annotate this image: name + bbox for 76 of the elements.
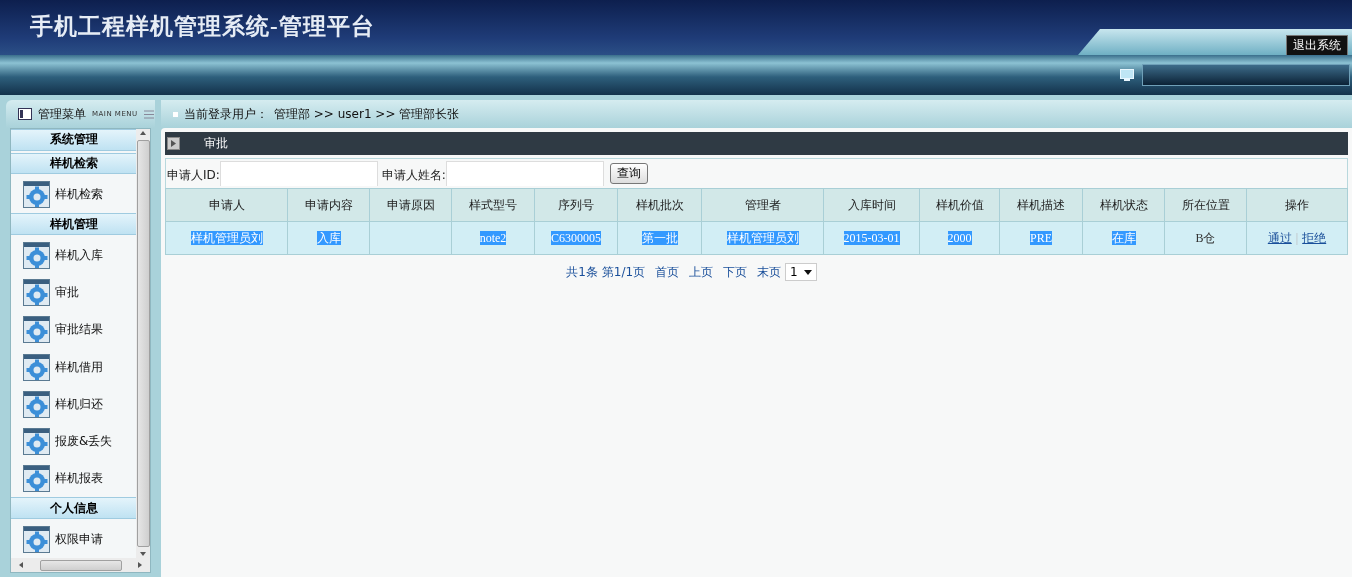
table-cell: PRE	[999, 221, 1083, 255]
separator: |	[1295, 230, 1299, 245]
column-header: 样机描述	[999, 188, 1083, 222]
sidebar-item[interactable]: 样机入库	[11, 236, 136, 275]
table-cell: 2015-03-01	[823, 221, 920, 255]
input-field[interactable]	[445, 161, 604, 186]
search-button[interactable]: 查询	[609, 163, 648, 184]
scroll-left-icon[interactable]	[17, 561, 25, 569]
action-link[interactable]: 通过	[1267, 230, 1292, 245]
table-cell: 样机管理员刘	[165, 221, 288, 255]
field-label: 申请人姓名:	[381, 167, 446, 184]
sidebar-section-header[interactable]: 个人信息	[11, 497, 136, 519]
sidebar-item[interactable]: 报废&丢失	[11, 422, 136, 461]
column-header: 入库时间	[823, 188, 920, 222]
window-gear-icon	[23, 525, 50, 553]
action-link[interactable]: 拒绝	[1302, 230, 1327, 245]
table-cell: 在库	[1082, 221, 1165, 255]
pager-link[interactable]: 首页	[655, 263, 680, 281]
column-header: 样机价值	[919, 188, 1000, 222]
horizontal-scrollbar[interactable]	[11, 558, 150, 572]
column-header: 序列号	[534, 188, 618, 222]
table-cell: note2	[451, 221, 535, 255]
menu-icon[interactable]	[143, 109, 154, 119]
window-gear-icon	[23, 181, 50, 209]
column-header: 所在位置	[1164, 188, 1247, 222]
window-gear-icon	[23, 316, 50, 344]
sidebar-item[interactable]: 样机归还	[11, 385, 136, 423]
breadcrumb-label: 当前登录用户：	[184, 105, 268, 123]
column-header: 样机批次	[617, 188, 702, 222]
sidebar-item[interactable]: 样机借用	[11, 348, 136, 386]
window-gear-icon	[23, 353, 50, 381]
logout-button[interactable]: 退出系统	[1286, 34, 1348, 56]
play-icon	[167, 137, 180, 150]
column-header: 操作	[1246, 188, 1348, 222]
page-select[interactable]: 1	[785, 263, 817, 281]
column-header: 样机状态	[1082, 188, 1165, 222]
table-cell: 2000	[919, 221, 1000, 255]
breadcrumb-path: 管理部 >> user1 >> 管理部长张	[274, 105, 460, 123]
window-gear-icon	[23, 279, 50, 307]
pager-link[interactable]: 下页	[723, 263, 748, 281]
sidebar-section-header[interactable]: 系统管理	[11, 129, 136, 151]
bullet-icon	[173, 111, 178, 117]
field-label: 申请人ID:	[167, 167, 220, 184]
pager-link[interactable]: 上页	[689, 263, 714, 281]
column-header: 申请内容	[287, 188, 370, 222]
sidebar-item[interactable]: 审批	[11, 274, 136, 312]
window-gear-icon	[23, 242, 50, 269]
sidebar-section-header[interactable]: 样机检索	[11, 152, 136, 175]
caret-icon	[803, 269, 812, 275]
menu-title: 管理菜单	[38, 105, 86, 123]
sidebar-item[interactable]: 审批结果	[11, 311, 136, 349]
panel-title: 审批	[204, 135, 228, 152]
window-gear-icon	[23, 427, 50, 455]
column-header: 管理者	[701, 188, 824, 222]
table-cell: 样机管理员刘	[701, 221, 824, 255]
system-title: 手机工程样机管理系统-管理平台	[29, 13, 375, 41]
sidebar-item[interactable]: 样机检索	[11, 176, 136, 214]
table-cell: 入库	[287, 221, 370, 255]
sidebar-item[interactable]: 样机报表	[11, 460, 136, 498]
scroll-right-icon[interactable]	[136, 561, 144, 569]
monitor-icon[interactable]	[1120, 69, 1134, 81]
table-cell: 第一批	[617, 221, 702, 255]
column-header: 申请人	[165, 188, 288, 222]
table-cell: C6300005	[534, 221, 618, 255]
sidebar-section-header[interactable]: 样机管理	[11, 213, 136, 235]
column-header: 申请原因	[369, 188, 452, 222]
column-header: 样式型号	[451, 188, 535, 222]
table-cell: B仓	[1164, 221, 1247, 255]
pager-link[interactable]: 末页	[757, 263, 782, 281]
pager-summary: 共1条 第1/1页	[566, 263, 646, 281]
window-gear-icon	[23, 465, 50, 493]
sidebar-item[interactable]: 权限申请	[11, 520, 136, 558]
vertical-scrollbar[interactable]	[136, 129, 150, 558]
input-field[interactable]	[219, 161, 378, 186]
panel-icon	[18, 108, 32, 120]
window-gear-icon	[23, 390, 50, 418]
